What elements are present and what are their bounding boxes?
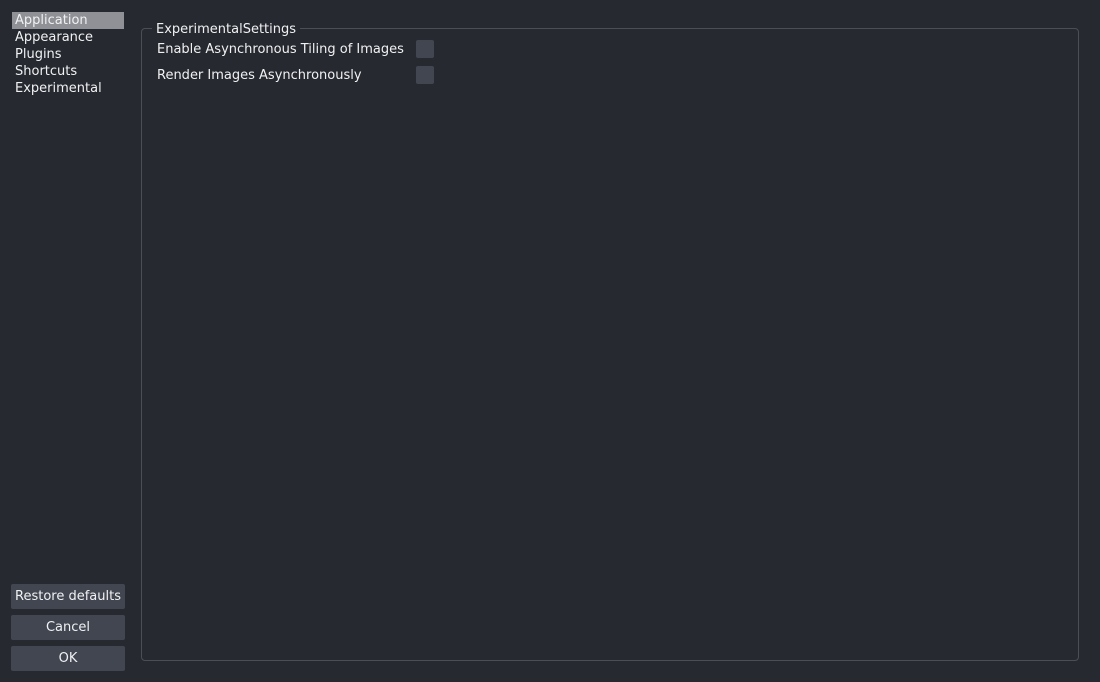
async-tiling-checkbox[interactable]: [416, 40, 434, 58]
experimental-settings-group: [141, 28, 1079, 661]
sidebar-item-application[interactable]: Application: [12, 12, 124, 29]
render-async-label: Render Images Asynchronously: [157, 68, 362, 83]
group-title: ExperimentalSettings: [152, 21, 301, 38]
async-tiling-label: Enable Asynchronous Tiling of Images: [157, 42, 404, 57]
sidebar-item-plugins[interactable]: Plugins: [12, 46, 124, 63]
sidebar-item-shortcuts[interactable]: Shortcuts: [12, 63, 124, 80]
ok-button[interactable]: OK: [11, 646, 125, 671]
sidebar-nav: Application Appearance Plugins Shortcuts…: [12, 12, 124, 97]
cancel-button[interactable]: Cancel: [11, 615, 125, 640]
restore-defaults-button[interactable]: Restore defaults: [11, 584, 125, 609]
sidebar-item-experimental[interactable]: Experimental: [12, 80, 124, 97]
render-async-checkbox[interactable]: [416, 66, 434, 84]
sidebar-item-appearance[interactable]: Appearance: [12, 29, 124, 46]
